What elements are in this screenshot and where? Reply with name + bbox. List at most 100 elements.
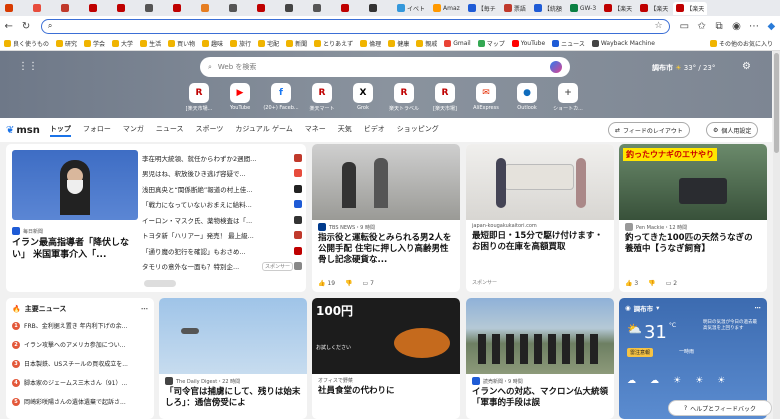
- browser-tab[interactable]: [86, 2, 112, 15]
- browser-tab[interactable]: イベト: [394, 2, 428, 15]
- collections-icon[interactable]: ⧉: [710, 17, 727, 35]
- bookmark-item[interactable]: 趣味: [202, 39, 223, 48]
- news-list-item[interactable]: 「戦力になっていないおまえに給料...: [142, 197, 302, 213]
- feed-layout-button[interactable]: ⇄ フィードのレイアウト: [608, 122, 690, 138]
- chevron-down-icon[interactable]: ▾: [656, 304, 659, 312]
- main-news-item[interactable]: 3 日本製鉄、USスチールの買収成立を...: [6, 354, 154, 373]
- browser-tab[interactable]: 【統額: [531, 2, 565, 15]
- quick-link[interactable]: R [楽天市場]: [430, 83, 460, 112]
- bookmark-item[interactable]: YouTube: [511, 39, 545, 47]
- browser-tab[interactable]: Amaz: [430, 2, 463, 15]
- address-input[interactable]: [56, 21, 655, 31]
- quick-link[interactable]: ▶ YouTube: [225, 83, 255, 112]
- browser-tab[interactable]: 【毎チ: [465, 2, 499, 15]
- bookmark-item[interactable]: 生活: [140, 39, 161, 48]
- quick-link[interactable]: ✉ AliExpress: [471, 83, 501, 112]
- browser-tab[interactable]: GW-3: [567, 2, 599, 15]
- news-list-item[interactable]: 李在明大統領、就任からわずか2週間...: [142, 150, 302, 166]
- msn-logo[interactable]: ❦ msn: [6, 125, 40, 136]
- bookmark-item[interactable]: ニュース: [552, 39, 585, 48]
- split-icon[interactable]: ▭: [676, 17, 693, 35]
- ad-card-2[interactable]: 100円 お試しください オフィスで野菜 社員食堂の代わりに: [312, 298, 460, 419]
- bookmark-item[interactable]: 宅配: [258, 39, 279, 48]
- browser-tab[interactable]: 【楽天: [673, 1, 708, 15]
- quick-link[interactable]: + ショートカ...: [553, 83, 583, 112]
- quick-link[interactable]: f (20+) Faceb...: [263, 83, 299, 112]
- nav-tab[interactable]: フォロー: [83, 124, 111, 137]
- bookmark-item[interactable]: 親戚: [416, 39, 437, 48]
- browser-tab[interactable]: [282, 2, 308, 15]
- browser-tab[interactable]: [366, 2, 392, 15]
- profile-icon[interactable]: ◉: [728, 17, 745, 35]
- main-news-item[interactable]: 2 イラン攻撃へのアメリカ参加につい...: [6, 335, 154, 354]
- gear-icon[interactable]: ⚙: [742, 61, 751, 72]
- copilot-icon[interactable]: ◆: [763, 17, 780, 35]
- news-list-item[interactable]: 男児はね、釈放後ひき逃げ容疑で...: [142, 166, 302, 182]
- nav-tab[interactable]: ビデオ: [364, 124, 385, 137]
- browser-tab[interactable]: [310, 2, 336, 15]
- nav-tab[interactable]: マネー: [305, 124, 326, 137]
- copilot-icon[interactable]: [550, 61, 562, 73]
- browser-tab[interactable]: [170, 2, 196, 15]
- browser-tab[interactable]: [2, 2, 28, 15]
- star-icon[interactable]: ☆: [655, 21, 663, 31]
- address-bar[interactable]: ⌕ ☆: [40, 18, 670, 34]
- dislike-icon[interactable]: 👎: [345, 280, 352, 287]
- bookmark-item[interactable]: マップ: [477, 39, 505, 48]
- browser-tab[interactable]: [142, 2, 168, 15]
- like-icon[interactable]: 👍 3: [625, 280, 638, 287]
- bookmark-item[interactable]: とりあえず: [314, 39, 353, 48]
- nav-tab[interactable]: スポーツ: [196, 124, 224, 137]
- news-list-item[interactable]: 浅田真央と“関係断絶”報道の村上佳...: [142, 181, 302, 197]
- bookmark-item[interactable]: 良く使うもの: [4, 39, 49, 48]
- main-news-item[interactable]: 4 脚本家のジェームス三木さん（91）...: [6, 373, 154, 392]
- browser-tab[interactable]: [226, 2, 252, 15]
- menu-icon[interactable]: ⋯: [745, 17, 762, 35]
- nav-tab[interactable]: マンガ: [123, 124, 144, 137]
- refresh-icon[interactable]: ↻: [17, 17, 34, 35]
- bookmark-item[interactable]: 健康: [388, 39, 409, 48]
- headline-card[interactable]: 毎日新聞 イラン最高指導者「降伏しない」 米国軍事介入「... 李在明大統領、就…: [6, 144, 306, 292]
- browser-tab[interactable]: 【楽天: [637, 2, 671, 15]
- quick-link[interactable]: X Grok: [348, 83, 378, 112]
- bookmark-item[interactable]: 買い物: [168, 39, 195, 48]
- news-list-item[interactable]: トヨタ新「ハリアー」発売！ 最上級...: [142, 228, 302, 244]
- comment-icon[interactable]: ▭ 2: [666, 280, 677, 287]
- bookmark-item[interactable]: 大学: [112, 39, 133, 48]
- browser-tab[interactable]: 【楽天: [601, 2, 635, 15]
- browser-tab[interactable]: [30, 2, 56, 15]
- news-card-2[interactable]: 釣ったウナギのエサやり Pen Mackie・12 時間 釣ってきた100匹の天…: [619, 144, 767, 292]
- comment-icon[interactable]: ▭ 7: [363, 280, 374, 287]
- nav-tab[interactable]: ショッピング: [397, 124, 439, 137]
- quick-link[interactable]: R 楽天トラベル: [389, 83, 419, 112]
- news-list-item[interactable]: 「通り魔の犯行を確認」もおさめ...: [142, 243, 302, 259]
- browser-tab[interactable]: [114, 2, 140, 15]
- browser-tab[interactable]: [198, 2, 224, 15]
- ad-card-1[interactable]: japan-kougakukaitori.com 最短即日・15分で駆け付けます…: [466, 144, 614, 292]
- apps-grid-icon[interactable]: ⋮⋮: [18, 61, 38, 72]
- scrollbar[interactable]: [773, 51, 780, 419]
- carousel-dots[interactable]: [144, 280, 176, 287]
- browser-tab[interactable]: [338, 2, 364, 15]
- news-card-1[interactable]: TBS NEWS・9 時間 指示役と運転役とみられる男2人を公開手配 住宅に押し…: [312, 144, 460, 292]
- bookmark-item[interactable]: Wayback Machine: [591, 39, 655, 47]
- quick-link[interactable]: ● Outlook: [512, 83, 542, 112]
- more-icon[interactable]: ⋯: [141, 305, 148, 313]
- bookmark-item[interactable]: 倫理: [360, 39, 381, 48]
- main-news-item[interactable]: 1 FRB、金利据え置き 年内利下げの余...: [6, 316, 154, 335]
- dislike-icon[interactable]: 👎: [648, 280, 655, 287]
- personalize-button[interactable]: ⚙ 個人用設定: [706, 122, 759, 138]
- nav-tab[interactable]: 天気: [338, 124, 352, 137]
- nav-tab[interactable]: ニュース: [156, 124, 184, 137]
- weather-summary[interactable]: 調布市 ☀ 33° / 23°: [652, 63, 715, 73]
- news-card-3[interactable]: The Daily Digest・22 時間 「司令官は捕虜にして、残りは始末し…: [159, 298, 307, 419]
- nav-tab[interactable]: カジュアル ゲーム: [235, 124, 292, 137]
- nav-tab[interactable]: トップ: [49, 124, 71, 137]
- quick-link[interactable]: R [楽天市場...: [184, 83, 214, 112]
- bookmark-item[interactable]: 学会: [84, 39, 105, 48]
- back-icon[interactable]: ←: [0, 17, 17, 35]
- bookmark-item[interactable]: その他のお気に入り: [709, 39, 773, 48]
- web-search-box[interactable]: ⌕ Web を検索: [200, 57, 570, 77]
- like-icon[interactable]: 👍 19: [318, 280, 335, 287]
- headline-title[interactable]: イラン最高指導者「降伏しない」 米国軍事介入「...: [6, 235, 136, 261]
